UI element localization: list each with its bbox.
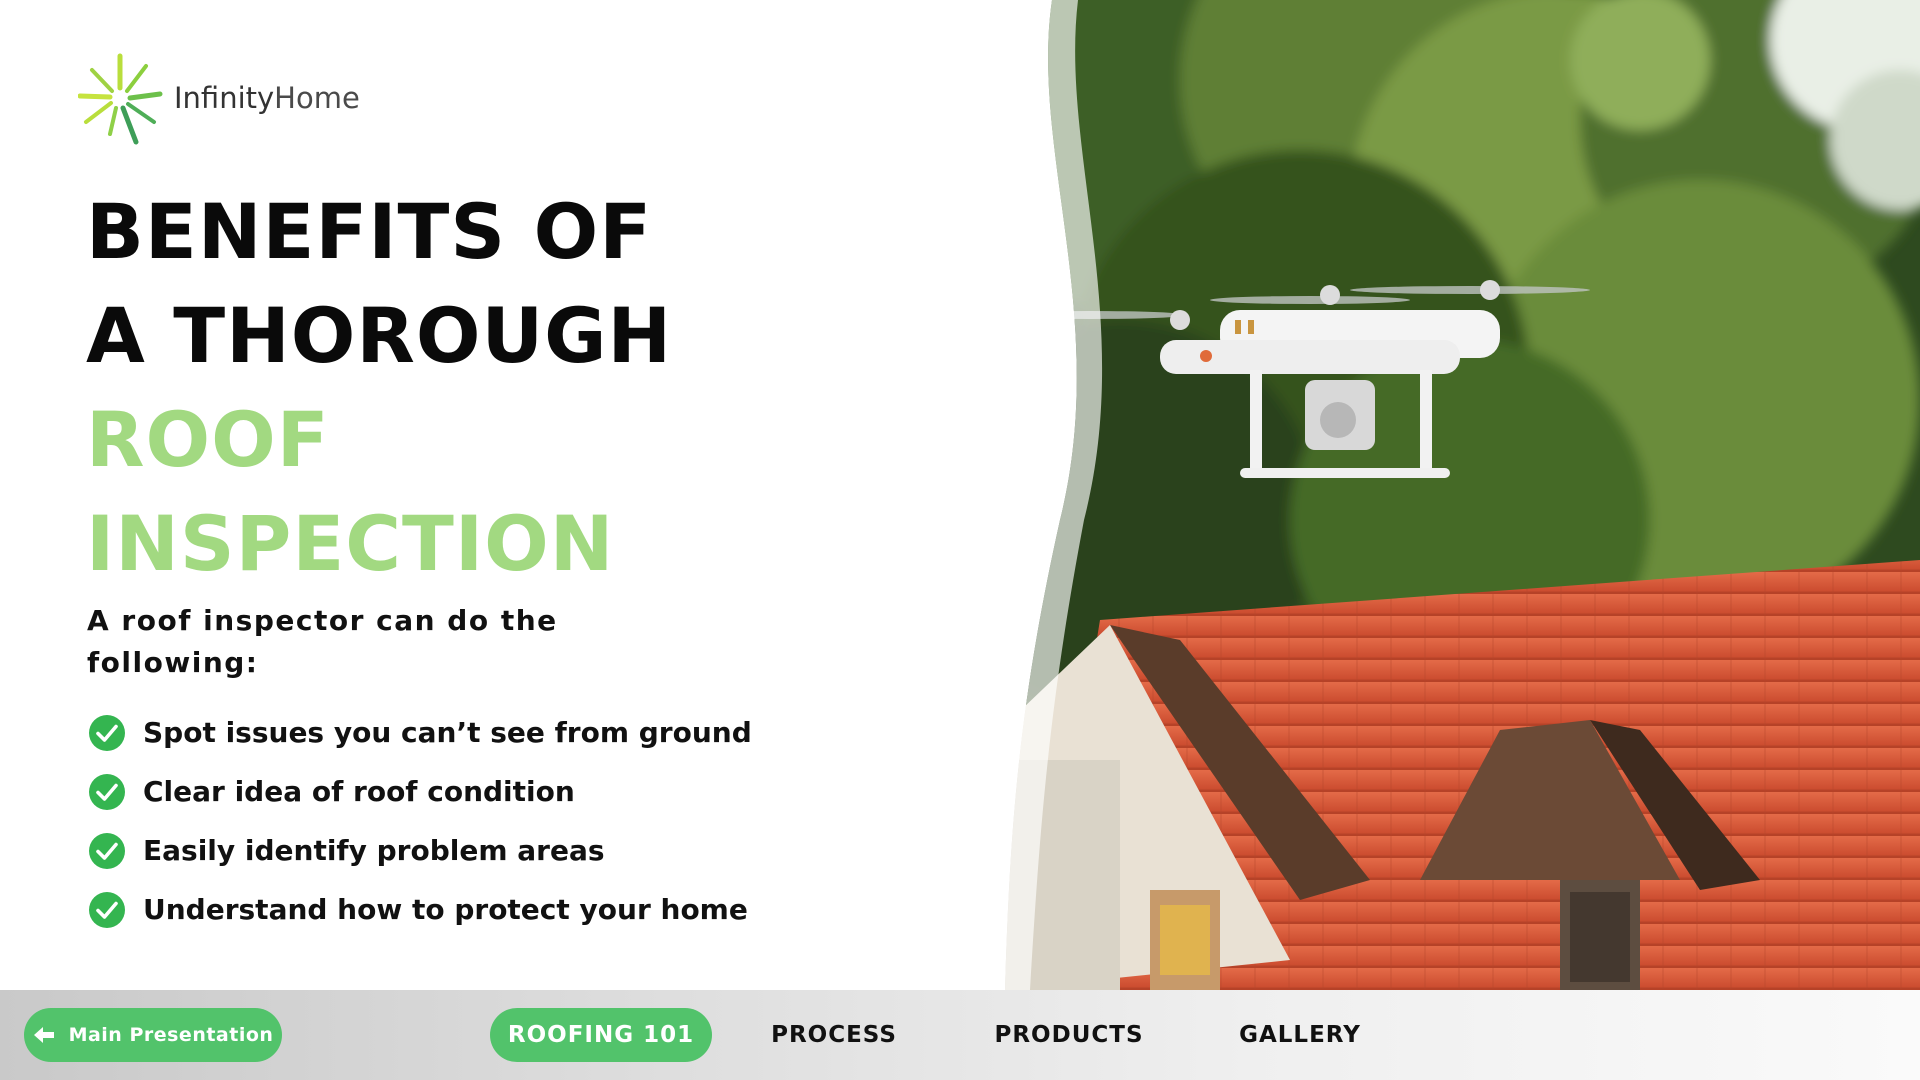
check-circle-icon (89, 891, 125, 928)
check-circle-icon (89, 773, 125, 810)
drone-roof-photo (1000, 0, 1920, 990)
brand-name-part1: Infinity (174, 81, 275, 115)
list-item: Clear idea of roof condition (88, 762, 752, 821)
benefit-text: Spot issues you can’t see from ground (143, 716, 752, 749)
title-line-2: A THOROUGH (86, 291, 673, 380)
benefits-list: Spot issues you can’t see from ground Cl… (88, 703, 752, 939)
slide-title: BENEFITS OF A THOROUGH ROOF INSPECTION (86, 180, 986, 596)
main-presentation-label: Main Presentation (68, 1024, 274, 1046)
list-item: Easily identify problem areas (88, 821, 752, 880)
nav-process[interactable]: PROCESS (760, 1008, 908, 1062)
benefit-text: Understand how to protect your home (143, 893, 748, 926)
check-circle-icon (89, 832, 125, 869)
check-circle-icon (89, 714, 125, 751)
bottom-nav-bar: Main Presentation ROOFING 101 PROCESS PR… (0, 990, 1920, 1080)
title-line-3: ROOF (86, 395, 330, 484)
benefit-text: Easily identify problem areas (143, 834, 605, 867)
benefit-text: Clear idea of roof condition (143, 775, 575, 808)
sunburst-logo-icon (78, 53, 163, 145)
main-presentation-button[interactable]: Main Presentation (24, 1008, 282, 1062)
intro-text: A roof inspector can do the following: (87, 604, 558, 679)
list-item: Spot issues you can’t see from ground (88, 703, 752, 762)
nav-products[interactable]: PRODUCTS (985, 1008, 1153, 1062)
brand-name-part2: Home (274, 81, 360, 115)
list-item: Understand how to protect your home (88, 880, 752, 939)
brand-logo[interactable]: InfinityHome (78, 50, 360, 146)
title-line-4: INSPECTION (86, 499, 615, 588)
nav-gallery[interactable]: GALLERY (1225, 1008, 1375, 1062)
nav-roofing-101[interactable]: ROOFING 101 (490, 1008, 712, 1062)
brand-wordmark: InfinityHome (174, 81, 360, 115)
arrow-left-icon (33, 1027, 54, 1043)
title-line-1: BENEFITS OF (86, 187, 653, 276)
slide: InfinityHome BENEFITS OF A THOROUGH ROOF… (0, 0, 1920, 1080)
